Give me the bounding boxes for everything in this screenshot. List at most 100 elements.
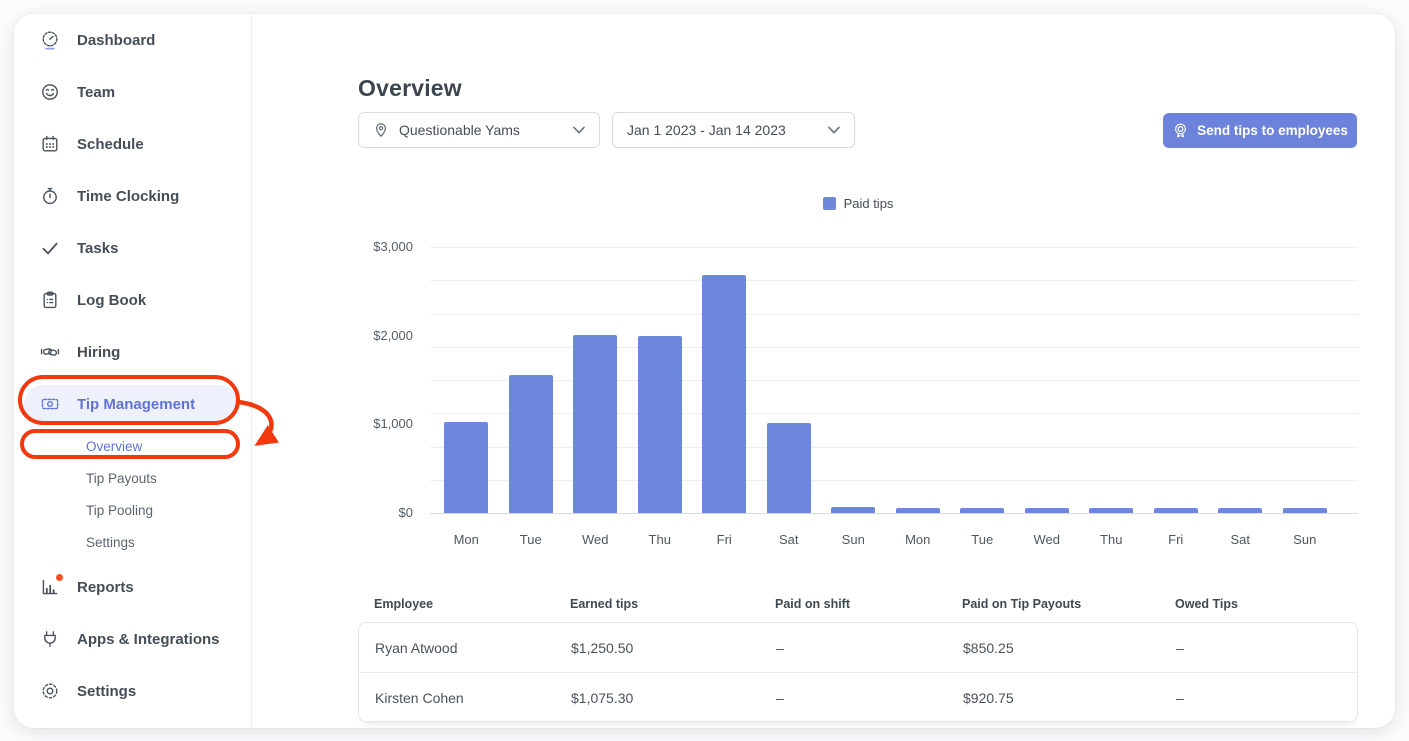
chart-plot-area — [434, 247, 1337, 513]
legend-label: Paid tips — [843, 196, 894, 211]
table-cell: $1,075.30 — [571, 689, 634, 706]
bar-slot — [1208, 247, 1273, 513]
table-cell: – — [1176, 639, 1184, 656]
x-axis-label: Mon — [453, 532, 479, 547]
sidebar-item-team[interactable]: Team — [14, 66, 251, 118]
table-cell: – — [776, 639, 784, 656]
date-range-select-value: Jan 1 2023 - Jan 14 2023 — [627, 122, 786, 138]
handshake-icon — [40, 342, 60, 362]
sidebar-item-label: Tasks — [77, 239, 119, 257]
sidebar-item-hiring[interactable]: Hiring — [14, 326, 251, 378]
sidebar-subitem-settings[interactable]: Settings — [14, 526, 251, 558]
page-title: Overview — [358, 75, 462, 102]
calendar-icon — [40, 134, 60, 154]
bar-wed-9[interactable] — [1024, 508, 1069, 513]
sidebar-item-label: Dashboard — [77, 31, 156, 49]
chart-x-axis: Mon Tue Wed Thu Fri Sat Sun Mon Tue Wed Thu Fri Sat S… — [434, 532, 1337, 547]
bar-thu-10[interactable] — [1089, 508, 1134, 513]
plug-icon — [40, 629, 60, 649]
bar-wed-2[interactable] — [573, 334, 618, 513]
sidebar-item-tip-management-wrap: Tip Management — [14, 378, 251, 430]
sidebar-item-dashboard[interactable]: Dashboard — [14, 14, 251, 66]
sidebar-item-label: Schedule — [77, 135, 144, 153]
bar-slot — [1079, 247, 1144, 513]
x-axis-label: Wed — [1033, 532, 1061, 547]
table-column-header: Earned tips — [570, 597, 639, 611]
x-axis-label: Sat — [1230, 532, 1250, 547]
x-axis-label: Mon — [905, 532, 931, 547]
y-axis-tick-label: $3,000 — [373, 239, 413, 254]
money-bill-icon — [40, 394, 60, 414]
bar-fri-4[interactable] — [702, 274, 747, 513]
x-axis-label: Wed — [582, 532, 609, 547]
bar-slot — [563, 247, 628, 513]
smiley-icon — [40, 82, 60, 102]
bar-mon-0[interactable] — [444, 421, 489, 513]
x-axis-label: Thu — [1100, 532, 1123, 547]
table-row[interactable]: Kirsten Cohen $1,075.30 – $920.75 – — [359, 672, 1357, 721]
x-axis-label: Sun — [1293, 532, 1317, 547]
sidebar-item-time-clocking[interactable]: Time Clocking — [14, 170, 251, 222]
sidebar-subitem-overview[interactable]: Overview — [14, 430, 251, 462]
bar-sat-5[interactable] — [766, 422, 811, 513]
bar-slot — [1273, 247, 1338, 513]
bar-thu-3[interactable] — [637, 335, 682, 513]
bar-tue-8[interactable] — [960, 508, 1005, 513]
sidebar-item-apps-integrations[interactable]: Apps & Integrations — [14, 613, 251, 665]
table-cell: Ryan Atwood — [375, 639, 458, 656]
sidebar-item-log-book[interactable]: Log Book — [14, 274, 251, 326]
bar-fri-11[interactable] — [1153, 508, 1198, 513]
ribbon-badge-icon — [1172, 122, 1189, 139]
gauge-icon — [40, 30, 60, 50]
table-column-header: Paid on shift — [775, 597, 850, 611]
bar-mon-7[interactable] — [895, 508, 940, 513]
table-row[interactable]: Ryan Atwood $1,250.50 – $850.25 – — [359, 623, 1357, 672]
bar-slot — [434, 247, 499, 513]
chart-legend: Paid tips — [358, 196, 1358, 211]
bar-slot — [692, 247, 757, 513]
sidebar-subitem-tip-payouts[interactable]: Tip Payouts — [14, 462, 251, 494]
y-axis-tick-label: $0 — [398, 505, 413, 520]
table-header-row: Employee Earned tips Paid on shift Paid on … — [358, 597, 1358, 611]
send-tips-button-label: Send tips to employees — [1197, 123, 1348, 138]
sidebar-item-reports[interactable]: Reports — [14, 561, 251, 613]
bar-chart-icon — [40, 574, 63, 597]
send-tips-button[interactable]: Send tips to employees — [1163, 113, 1357, 148]
table-column-header: Employee — [374, 597, 434, 611]
bar-slot — [1015, 247, 1080, 513]
sidebar-item-label: Apps & Integrations — [77, 630, 220, 648]
bar-tue-1[interactable] — [508, 374, 553, 513]
sidebar-item-label: Hiring — [77, 343, 121, 361]
sidebar-item-schedule[interactable]: Schedule — [14, 118, 251, 170]
table-cell: $920.75 — [963, 689, 1014, 706]
bar-sun-6[interactable] — [831, 506, 876, 513]
sidebar-item-tip-management[interactable]: Tip Management — [24, 385, 238, 423]
table-cell: $1,250.50 — [571, 639, 634, 656]
chevron-down-icon — [573, 126, 585, 134]
sidebar-item-label: Log Book — [77, 291, 147, 309]
bar-slot — [1144, 247, 1209, 513]
table-column-header: Paid on Tip Payouts — [962, 597, 1082, 611]
checkmark-icon — [40, 238, 60, 258]
bar-slot — [499, 247, 564, 513]
bar-sun-13[interactable] — [1282, 508, 1327, 513]
bar-slot — [950, 247, 1015, 513]
sidebar-item-tasks[interactable]: Tasks — [14, 222, 251, 274]
table-column-header: Owed Tips — [1175, 597, 1238, 611]
sidebar-subitem-tip-pooling[interactable]: Tip Pooling — [14, 494, 251, 526]
app-window: Dashboard Team Schedule Time Clocking Tasks L… — [14, 14, 1395, 728]
bar-slot — [628, 247, 693, 513]
sidebar-item-settings[interactable]: Settings — [14, 665, 251, 717]
x-axis-label: Tue — [971, 532, 994, 547]
location-select[interactable]: Questionable Yams — [358, 112, 600, 148]
bar-sat-12[interactable] — [1218, 508, 1263, 513]
date-range-select[interactable]: Jan 1 2023 - Jan 14 2023 — [612, 112, 855, 148]
x-axis-label: Sun — [841, 532, 865, 547]
x-axis-label: Sat — [778, 532, 799, 547]
map-pin-icon — [373, 122, 389, 138]
chart-y-axis: $0 $1,000 $2,000 $3,000 — [344, 239, 413, 520]
x-axis-label: Thu — [648, 532, 671, 547]
x-axis-label: Tue — [519, 532, 542, 547]
sidebar-item-label: Settings — [77, 682, 137, 700]
location-select-value: Questionable Yams — [399, 122, 520, 138]
